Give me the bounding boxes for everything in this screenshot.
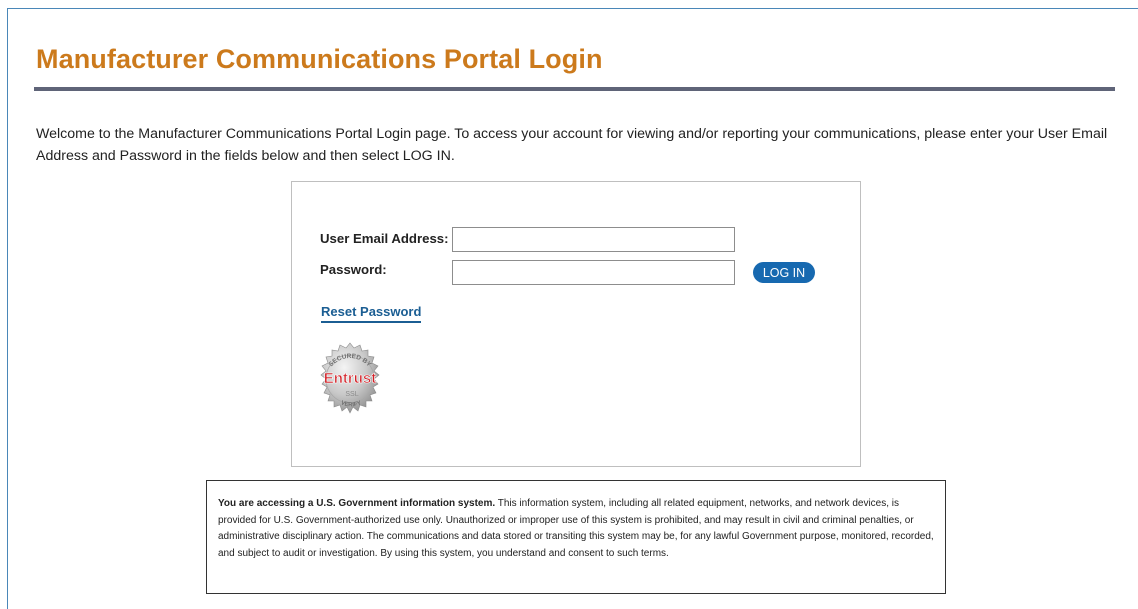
seal-brand: Entrust: [324, 370, 377, 387]
entrust-secured-seal-icon[interactable]: SECURED BY Entrust SSL VERIFY: [312, 342, 388, 418]
reset-password-link[interactable]: Reset Password: [321, 304, 422, 323]
email-field[interactable]: [452, 227, 735, 252]
password-field[interactable]: [452, 260, 735, 285]
email-label: User Email Address:: [320, 231, 449, 246]
government-notice: You are accessing a U.S. Government info…: [206, 480, 946, 594]
login-button[interactable]: LOG IN: [753, 262, 815, 283]
login-panel: User Email Address: Password: LOG IN Res…: [291, 181, 861, 467]
intro-text: Welcome to the Manufacturer Communicatio…: [36, 126, 1108, 164]
page-title: Manufacturer Communications Portal Login: [36, 44, 603, 74]
notice-lead: You are accessing a U.S. Government info…: [218, 498, 496, 509]
password-label: Password:: [320, 262, 387, 277]
title-divider: [34, 87, 1115, 91]
seal-mid-text: SSL: [345, 391, 358, 398]
